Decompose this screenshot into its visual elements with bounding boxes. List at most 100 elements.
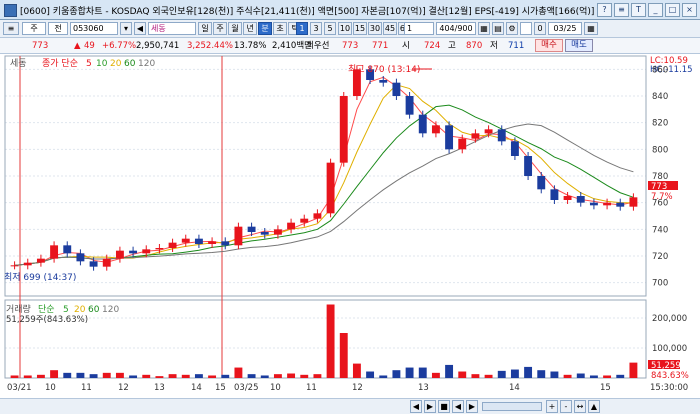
price-tick-label: 840 [652, 92, 668, 102]
maximize-button[interactable]: □ [665, 3, 680, 17]
zoom-in-icon[interactable]: + [546, 400, 558, 413]
period-day[interactable]: 일 [198, 22, 212, 35]
app-icon [4, 4, 17, 17]
page-right-button[interactable]: ▶ [466, 400, 478, 413]
change-percent: +6.77% [102, 41, 137, 51]
text-button[interactable]: T [631, 3, 646, 17]
buy-button[interactable]: 매수 [535, 39, 563, 52]
open-price: 724 [424, 41, 441, 51]
volume-bar [550, 371, 559, 378]
settings-icon[interactable]: ⚙ [506, 22, 518, 35]
low-label: 저 [490, 41, 498, 51]
period-minute[interactable]: 분 [258, 22, 272, 35]
volume-bar [194, 374, 203, 378]
volume-bar [36, 374, 45, 378]
date-input[interactable]: 03/25 [548, 22, 582, 35]
candle-body [102, 258, 111, 267]
candle-body [445, 125, 454, 150]
interval-select[interactable]: 1 [404, 22, 434, 35]
candle-body [10, 265, 19, 267]
speaker-icon[interactable]: ◀ [134, 22, 146, 35]
search-icon[interactable]: ▾ [120, 22, 132, 35]
overlay-icon[interactable]: ▤ [492, 22, 504, 35]
current-pct-tag: 7.7% [651, 192, 673, 202]
scope-select[interactable]: 전 [48, 22, 68, 35]
volume-bar [287, 373, 296, 378]
zoom-out-icon[interactable]: - [560, 400, 572, 413]
volume-bar [115, 372, 124, 378]
chart-area[interactable]: 세동 종가 단순 5 10 20 60 120 최고 870 (13:14) 최… [0, 54, 700, 398]
candle-body [129, 250, 138, 254]
candle-body [458, 138, 467, 150]
volume-bar [129, 375, 138, 378]
vol-ma-120: 120 [102, 305, 119, 315]
candle-body [181, 238, 190, 243]
time-axis-label: 13 [154, 383, 165, 393]
time-axis-label: 12 [352, 383, 363, 393]
minute-45[interactable]: 45 [383, 22, 397, 35]
candle-body [313, 213, 322, 219]
candle-body [616, 202, 625, 207]
minute-5[interactable]: 5 [324, 22, 336, 35]
volume-bar [563, 374, 572, 378]
volume-current: 51,259주(843.63%) [6, 315, 88, 325]
bottom-controls: ◀ ▶ ■ ◀ ▶ + - ↔ ▲ [0, 398, 700, 414]
page-left-button[interactable]: ◀ [452, 400, 464, 413]
scroll-right-button[interactable]: ▶ [424, 400, 436, 413]
minimize-button[interactable]: _ [648, 3, 663, 17]
period-second[interactable]: 초 [273, 22, 287, 35]
ma-20: 20 [110, 59, 122, 69]
minute-3[interactable]: 3 [310, 22, 322, 35]
candle-body [155, 248, 164, 250]
vol-ma-60: 60 [88, 305, 100, 315]
data-count[interactable]: 404/900 [436, 22, 476, 35]
volume-bar [379, 375, 388, 378]
volume-pct-tag: 843.63% [651, 371, 689, 381]
turnover-rate: 13.78% [234, 41, 267, 51]
candle-body [576, 196, 585, 203]
menu-button[interactable]: ≡ [614, 3, 629, 17]
candle-body [379, 80, 388, 83]
stock-name: 세동 [148, 22, 196, 35]
market-select[interactable]: 주 [22, 22, 46, 35]
time-axis-label: 12 [118, 383, 129, 393]
volume-bar [471, 374, 480, 378]
volume-bar [102, 372, 111, 378]
candle-body [234, 226, 243, 246]
volume-bar [313, 374, 322, 378]
time-axis-label: 11 [81, 383, 92, 393]
volume-bar [366, 371, 375, 378]
scrollbar[interactable] [482, 402, 542, 411]
ma-120: 120 [138, 59, 155, 69]
scroll-top-icon[interactable]: ▲ [588, 400, 600, 413]
minute-1[interactable]: 1 [296, 22, 308, 35]
period-month[interactable]: 월 [228, 22, 242, 35]
volume-bar [181, 374, 190, 378]
period-week[interactable]: 주 [213, 22, 227, 35]
volume-bar [155, 376, 164, 378]
minute-15[interactable]: 15 [353, 22, 367, 35]
minute-30[interactable]: 30 [368, 22, 382, 35]
volume-bar [273, 374, 282, 378]
period-year[interactable]: 년 [243, 22, 257, 35]
candle-body [260, 232, 269, 235]
price-volume-chart[interactable]: 세동 종가 단순 5 10 20 60 120 최고 870 (13:14) 최… [0, 54, 700, 398]
scroll-left-button[interactable]: ◀ [410, 400, 422, 413]
sell-button[interactable]: 매도 [565, 39, 593, 52]
stock-code-input[interactable]: 053060 [70, 22, 118, 35]
minute-10[interactable]: 10 [338, 22, 352, 35]
list-icon[interactable]: ≡ [3, 22, 19, 35]
close-button[interactable]: × [682, 3, 697, 17]
vol-ma-5: 5 [63, 305, 69, 315]
volume-bar [589, 375, 598, 378]
fit-icon[interactable]: ↔ [574, 400, 586, 413]
volume-bar [260, 375, 269, 378]
help-button[interactable]: ? [597, 3, 612, 17]
stop-button[interactable]: ■ [438, 400, 450, 413]
grid-icon[interactable]: ▦ [478, 22, 490, 35]
volume-tick-label: 200,000 [652, 314, 687, 324]
volume-bar [484, 374, 493, 378]
checkbox-icon[interactable] [520, 22, 532, 35]
calendar-icon[interactable]: ▦ [584, 22, 598, 35]
checkbox-label: 0 [534, 22, 546, 35]
